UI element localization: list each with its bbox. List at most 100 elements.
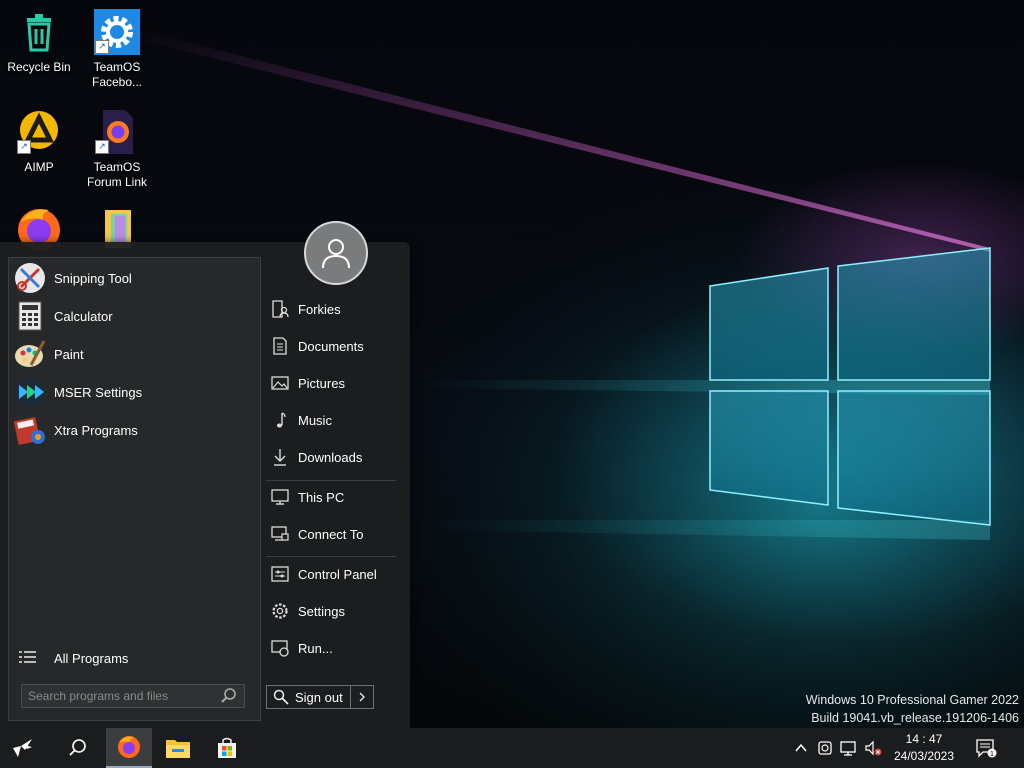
watermark-edition: Windows 10 Professional Gamer 2022 <box>805 693 1019 707</box>
chevron-up-icon <box>795 743 807 752</box>
place-label: Settings <box>298 603 345 619</box>
chevron-right-icon <box>359 692 365 702</box>
svg-text:1: 1 <box>990 751 994 758</box>
place-label: Documents <box>298 338 364 354</box>
shortcut-arrow-icon: ↗ <box>95 40 109 54</box>
microsoft-store-icon <box>218 737 236 758</box>
program-item-xtra-programs[interactable]: Xtra Programs <box>11 412 258 448</box>
tray-show-hidden-icons[interactable] <box>791 738 811 758</box>
place-label: Connect To <box>298 526 364 542</box>
all-programs-label: All Programs <box>54 650 129 666</box>
taskbar-file-explorer-button[interactable] <box>155 728 201 768</box>
sign-out-main[interactable]: Sign out <box>267 686 350 708</box>
list-icon <box>19 651 36 663</box>
desktop-icon-label: TeamOS Facebo... <box>91 60 143 89</box>
menu-separator <box>266 556 396 557</box>
volume-muted-icon <box>865 740 882 756</box>
power-options-arrow[interactable] <box>350 686 373 708</box>
paint-icon <box>15 340 46 367</box>
program-label: Paint <box>54 346 84 362</box>
place-item-control-panel[interactable]: Control Panel <box>266 559 396 589</box>
program-label: Xtra Programs <box>54 422 138 438</box>
music-icon <box>276 412 286 428</box>
xtra-programs-icon <box>13 416 45 446</box>
recycle-bin-icon <box>15 8 63 56</box>
program-item-mser-settings[interactable]: MSER Settings <box>11 374 258 410</box>
control-panel-icon <box>271 566 289 582</box>
aimp-icon: ↗ <box>15 108 63 156</box>
file-explorer-icon <box>166 740 190 758</box>
search-input[interactable] <box>22 688 220 704</box>
program-item-calculator[interactable]: Calculator <box>11 298 258 334</box>
program-label: MSER Settings <box>54 384 143 400</box>
search-icon <box>69 739 86 756</box>
taskbar-firefox-button[interactable] <box>106 728 152 768</box>
place-item-connect-to[interactable]: Connect To <box>266 519 396 549</box>
firefox-link-file-icon: ↗ <box>93 108 141 156</box>
settings-gear-icon <box>272 603 288 619</box>
place-label: Control Panel <box>298 566 377 582</box>
firefox-icon <box>118 736 140 758</box>
place-label: Forkies <box>298 301 341 317</box>
start-menu-programs-pane: Snipping Tool Calculator Paint MSER Sett… <box>8 257 261 721</box>
place-item-music[interactable]: Music <box>266 405 396 435</box>
user-icon <box>322 239 350 269</box>
place-item-pictures[interactable]: Pictures <box>266 368 396 398</box>
desktop-icon-label: AIMP <box>24 160 54 174</box>
place-item-documents[interactable]: Documents <box>266 331 396 361</box>
desktop-icon-teamos-facebook[interactable]: ↗ TeamOS Facebo... <box>78 8 156 90</box>
taskbar-clock[interactable]: 14 : 47 24/03/2023 <box>888 731 960 765</box>
place-label: Downloads <box>298 449 363 465</box>
key-search-icon <box>273 689 289 705</box>
action-center-button[interactable]: 1 <box>975 737 997 758</box>
desktop-icon-teamos-forum-link[interactable]: ↗ TeamOS Forum Link <box>78 108 156 190</box>
start-search-box[interactable] <box>21 684 245 708</box>
search-icon[interactable] <box>220 687 238 705</box>
place-item-this-pc[interactable]: This PC <box>266 482 396 512</box>
place-label: This PC <box>298 489 345 505</box>
tray-meet-now[interactable] <box>815 738 835 758</box>
taskbar-store-button[interactable] <box>204 728 250 768</box>
mser-settings-icon <box>15 377 45 407</box>
downloads-icon <box>274 449 286 466</box>
desktop-icon-aimp[interactable]: ↗ AIMP <box>0 108 78 175</box>
sign-out-button[interactable]: Sign out <box>266 685 374 709</box>
program-item-snipping-tool[interactable]: Snipping Tool <box>11 260 258 296</box>
menu-separator <box>266 480 396 481</box>
notification-icon: 1 <box>976 739 997 758</box>
sign-out-label: Sign out <box>295 689 343 705</box>
network-icon <box>840 741 856 756</box>
program-label: Snipping Tool <box>54 270 132 286</box>
tray-network[interactable] <box>839 738 859 758</box>
program-item-paint[interactable]: Paint <box>11 336 258 372</box>
tray-volume[interactable] <box>863 738 883 758</box>
all-programs-button[interactable]: All Programs <box>11 643 258 673</box>
desktop-icon-label: Recycle Bin <box>7 60 71 74</box>
desktop-icon-label: TeamOS Forum Link <box>86 160 148 189</box>
run-icon <box>271 640 289 657</box>
clock-date: 24/03/2023 <box>893 749 955 763</box>
user-folder-icon <box>272 300 289 318</box>
place-item-downloads[interactable]: Downloads <box>266 442 396 472</box>
search-button[interactable] <box>55 728 101 768</box>
place-item-run[interactable]: Run... <box>266 633 396 663</box>
clock-time: 14 : 47 <box>905 732 943 746</box>
taskbar: 14 : 47 24/03/2023 1 <box>0 728 1024 768</box>
place-item-settings[interactable]: Settings <box>266 596 396 626</box>
start-logo-icon <box>13 739 32 757</box>
this-pc-icon <box>271 489 289 505</box>
user-avatar[interactable] <box>304 221 368 285</box>
desktop-screen: Recycle Bin ↗ TeamOS Facebo... ↗ AIMP ↗ … <box>0 0 1024 768</box>
camera-icon <box>818 741 832 755</box>
start-menu: Snipping Tool Calculator Paint MSER Sett… <box>0 221 410 728</box>
desktop-icon-recycle-bin[interactable]: Recycle Bin <box>0 8 78 75</box>
snipping-tool-icon <box>15 263 45 293</box>
gear-settings-icon: ↗ <box>93 8 141 56</box>
program-label: Calculator <box>54 308 113 324</box>
start-button[interactable] <box>0 728 46 768</box>
place-item-user-folder[interactable]: Forkies <box>266 294 396 324</box>
pictures-icon <box>271 376 289 390</box>
place-label: Pictures <box>298 375 345 391</box>
watermark-build: Build 19041.vb_release.191206-1406 <box>811 711 1019 725</box>
calculator-icon <box>18 301 42 331</box>
